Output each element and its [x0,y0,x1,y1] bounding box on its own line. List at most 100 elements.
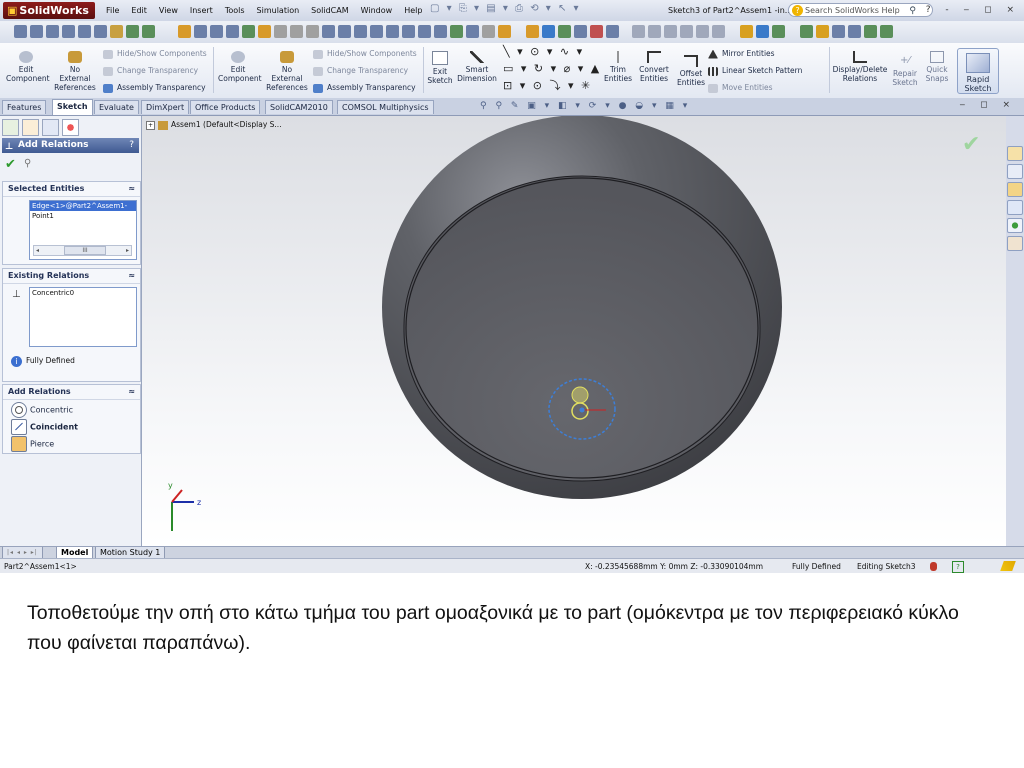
help-icon[interactable]: ? [129,138,134,153]
feature-manager-tab-icon[interactable] [2,119,19,136]
toolbar-icon[interactable] [772,25,785,38]
rebuild-icon[interactable] [930,562,937,571]
home-icon[interactable] [1007,146,1023,161]
toolbar-icon[interactable] [590,25,603,38]
toolbar-icon[interactable] [526,25,539,38]
toolbar-icon[interactable] [290,25,303,38]
heads-up-view-toolbar[interactable]: ⚲ ⚲ ✎ ▣ ▾ ◧ ▾ ⟳ ▾ ● ◒ ▾ ▦ ▾ [480,101,690,111]
tab-features[interactable]: Features [2,100,47,114]
toolbar-icon[interactable] [648,25,661,38]
help-status-icon[interactable]: ? [952,561,964,573]
toolbar-icon[interactable] [258,25,271,38]
toolbar-icon[interactable] [62,25,75,38]
toolbar-icon[interactable] [832,25,845,38]
collapse-chevron-icon[interactable]: ≈ [128,182,135,196]
toolbar-icon[interactable] [194,25,207,38]
move-entities-button[interactable]: Move Entities [708,83,773,93]
relation-coincident[interactable]: Coincident [11,419,78,435]
mirror-entities-button[interactable]: Mirror Entities [708,49,775,59]
linear-sketch-pattern-button[interactable]: Linear Sketch Pattern [708,66,802,76]
graphics-viewport[interactable]: + Assem1 (Default<Display S... z y ✔ [142,116,1006,546]
display-delete-relations-button[interactable]: Display/Delete Relations [832,51,888,83]
menu-solidcam[interactable]: SolidCAM [305,0,354,21]
configuration-manager-tab-icon[interactable] [42,119,59,136]
toolbar-icon[interactable] [14,25,27,38]
toolbar-icon[interactable] [848,25,861,38]
toolbar-icon[interactable] [816,25,829,38]
toolbar-icon[interactable] [46,25,59,38]
hole-sketch-circle[interactable] [571,386,589,404]
window-controls[interactable]: ? - ‒ ◻ × [926,0,1020,21]
relation-pierce[interactable]: Pierce [11,436,54,452]
toolbar-icon[interactable] [242,25,255,38]
tab-evaluate[interactable]: Evaluate [94,100,139,114]
toolbar-icon[interactable] [712,25,725,38]
change-transparency-button-2[interactable]: Change Transparency [313,66,408,76]
solidworks-logo[interactable]: ▣ SolidWorks [3,2,95,19]
toolbar-icon[interactable] [632,25,645,38]
trim-entities-button[interactable]: Trim Entities [604,51,632,83]
no-external-references-button[interactable]: No External References [52,51,98,92]
convert-entities-button[interactable]: Convert Entities [636,51,672,83]
toolbar-icon[interactable] [178,25,191,38]
custom-properties-icon[interactable] [1007,236,1023,251]
toolbar-icon[interactable] [450,25,463,38]
toolbar-icon[interactable] [800,25,813,38]
toolbar-icon[interactable] [756,25,769,38]
repair-sketch-button[interactable]: +⁄ Repair Sketch [890,55,920,87]
menu-simulation[interactable]: Simulation [251,0,306,21]
property-manager-tab-icon[interactable] [22,119,39,136]
toolbar-icon[interactable] [354,25,367,38]
display-manager-tab-icon[interactable] [62,119,79,136]
toolbar-icon[interactable] [226,25,239,38]
no-external-references-button-2[interactable]: No External References [264,51,310,92]
tab-office-products[interactable]: Office Products [190,100,261,114]
view-palette-icon[interactable] [1007,200,1023,215]
quick-access-icons[interactable]: ▢ ▾ ⎘ ▾ ▤ ▾ ⎙ ⟲ ▾ ↖ ▾ [430,3,581,14]
group-title[interactable]: Selected Entities ≈ [3,182,140,197]
toolbar-icon[interactable] [558,25,571,38]
tab-solidcam2010[interactable]: SolidCAM2010 [265,100,333,114]
pencil-icon[interactable] [1000,561,1016,571]
design-library-icon[interactable] [1007,164,1023,179]
toolbar-icon[interactable] [740,25,753,38]
toolbar-icon[interactable] [696,25,709,38]
collapse-chevron-icon[interactable]: ≈ [128,269,135,283]
tab-sketch[interactable]: Sketch [52,99,93,115]
toolbar-icon[interactable] [30,25,43,38]
sketch-entity-tools-2[interactable]: ▭ ▾ ↻ ▾ ⌀ ▾ ▲ [503,63,601,74]
scroll-thumb[interactable]: III [64,246,106,255]
toolbar-icon[interactable] [306,25,319,38]
list-item[interactable]: Point1 [30,211,136,221]
list-item[interactable]: Edge<1>@Part2^Assem1- [30,201,136,211]
change-transparency-button[interactable]: Change Transparency [103,66,198,76]
confirmation-check-icon[interactable]: ✔ [962,132,980,157]
toolbar-icon[interactable] [338,25,351,38]
search-help-input[interactable]: ? Search SolidWorks Help ⚲ [788,3,933,17]
toolbar-icon[interactable] [542,25,555,38]
selected-entities-list[interactable]: Edge<1>@Part2^Assem1- Point1 ◂ III ▸ [29,200,137,260]
menu-edit[interactable]: Edit [125,0,153,21]
menu-tools[interactable]: Tools [219,0,251,21]
toolbar-icon[interactable] [864,25,877,38]
search-icon[interactable]: ⚲ [909,4,916,18]
toolbar-icon[interactable] [402,25,415,38]
assembly-transparency-button-2[interactable]: Assembly Transparency [313,83,416,93]
hide-show-components-button[interactable]: Hide/Show Components [103,49,207,59]
sketch-point[interactable] [579,407,585,413]
toolbar-icon[interactable] [482,25,495,38]
toolbar-icon[interactable] [322,25,335,38]
exit-sketch-button[interactable]: Exit Sketch [426,51,454,85]
collapse-chevron-icon[interactable]: ≈ [128,385,135,399]
appearances-icon[interactable] [1007,218,1023,233]
toolbar-icon[interactable] [606,25,619,38]
toolbar-icon[interactable] [664,25,677,38]
toolbar-icon[interactable] [434,25,447,38]
group-title[interactable]: Add Relations ≈ [3,385,140,400]
list-item[interactable]: Concentric0 [30,288,136,298]
toolbar-icon[interactable] [78,25,91,38]
toolbar-icon[interactable] [574,25,587,38]
assembly-transparency-button[interactable]: Assembly Transparency [103,83,206,93]
horizontal-scrollbar[interactable]: ◂ III ▸ [33,245,132,256]
edit-component-button[interactable]: Edit Component [6,51,50,83]
